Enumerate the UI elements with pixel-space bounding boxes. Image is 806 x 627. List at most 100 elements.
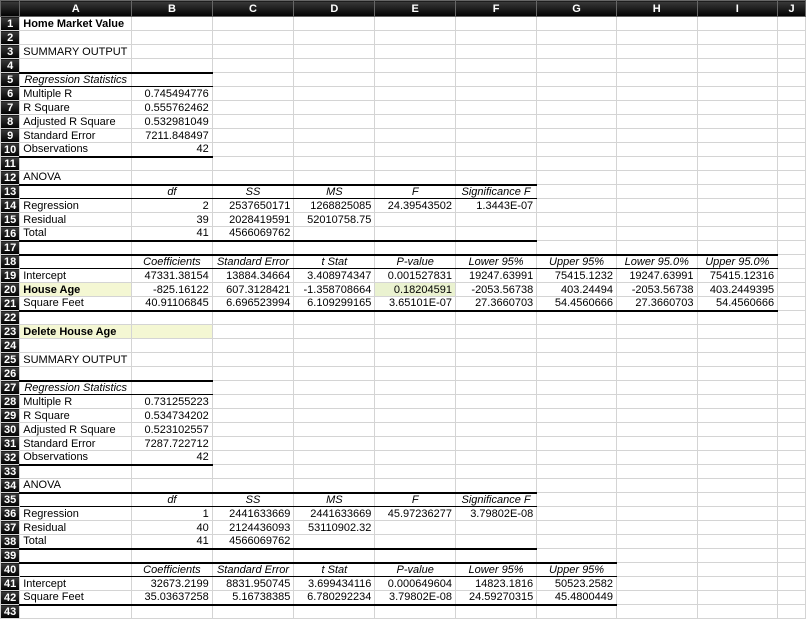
row-header[interactable]: 1 — [1, 17, 20, 31]
cell[interactable]: Intercept — [20, 269, 132, 283]
row-header[interactable]: 6 — [1, 87, 20, 101]
cell[interactable]: 2441633669 — [212, 507, 294, 521]
row-header[interactable]: 13 — [1, 185, 20, 199]
cell[interactable]: 19247.63991 — [616, 269, 697, 283]
cell[interactable]: -1.358708664 — [294, 283, 375, 297]
row-header[interactable]: 23 — [1, 325, 20, 339]
row-header[interactable]: 2 — [1, 31, 20, 45]
cell[interactable]: 54.4560666 — [697, 297, 778, 311]
cell[interactable] — [455, 17, 536, 31]
cell[interactable]: 41 — [132, 227, 213, 241]
cell[interactable]: Regression Statistics — [20, 381, 132, 395]
cell[interactable]: F — [375, 493, 456, 507]
cell[interactable]: Square Feet — [20, 591, 132, 605]
cell[interactable] — [697, 17, 778, 31]
cell[interactable]: Residual — [20, 521, 132, 535]
cell[interactable]: 0.745494776 — [132, 87, 213, 101]
row-header[interactable]: 22 — [1, 311, 20, 325]
cell[interactable]: 52010758.75 — [294, 213, 375, 227]
row-header[interactable]: 8 — [1, 115, 20, 129]
cell[interactable]: Standard Error — [212, 563, 294, 577]
cell[interactable] — [212, 17, 294, 31]
row-header[interactable]: 9 — [1, 129, 20, 143]
cell[interactable]: 0.731255223 — [132, 395, 213, 409]
cell[interactable]: 403.2449395 — [697, 283, 778, 297]
cell[interactable]: 6.780292234 — [294, 591, 375, 605]
row-header[interactable]: 21 — [1, 297, 20, 311]
cell-house-age-label[interactable]: House Age — [20, 283, 132, 297]
cell[interactable]: 0.532981049 — [132, 115, 213, 129]
cell[interactable]: 2 — [132, 199, 213, 213]
cell[interactable]: F — [375, 185, 456, 199]
cell[interactable]: 24.39543502 — [375, 199, 456, 213]
row-header[interactable]: 33 — [1, 465, 20, 479]
row-header[interactable]: 29 — [1, 409, 20, 423]
cell[interactable]: Intercept — [20, 577, 132, 591]
cell[interactable]: P-value — [375, 563, 456, 577]
col-header-H[interactable]: H — [616, 1, 697, 17]
cell[interactable]: SS — [212, 185, 294, 199]
cell[interactable] — [132, 17, 213, 31]
cell[interactable]: Observations — [20, 143, 132, 157]
cell[interactable]: Adjusted R Square — [20, 115, 132, 129]
row-header[interactable]: 19 — [1, 269, 20, 283]
cell[interactable]: 42 — [132, 143, 213, 157]
col-header-B[interactable]: B — [132, 1, 213, 17]
cell[interactable]: 8831.950745 — [212, 577, 294, 591]
col-header-G[interactable]: G — [537, 1, 617, 17]
cell[interactable] — [616, 17, 697, 31]
cell[interactable]: Regression Statistics — [20, 73, 132, 87]
cell[interactable]: Upper 95% — [537, 563, 617, 577]
cell[interactable]: Lower 95% — [455, 255, 536, 269]
cell[interactable]: df — [132, 493, 213, 507]
row-header[interactable]: 42 — [1, 591, 20, 605]
cell[interactable]: Lower 95% — [455, 563, 536, 577]
cell[interactable]: 1.3443E-07 — [455, 199, 536, 213]
cell[interactable]: 7211.848497 — [132, 129, 213, 143]
row-header[interactable]: 5 — [1, 73, 20, 87]
row-header[interactable]: 11 — [1, 157, 20, 171]
cell[interactable]: R Square — [20, 101, 132, 115]
row-header[interactable]: 14 — [1, 199, 20, 213]
cell[interactable]: 32673.2199 — [132, 577, 213, 591]
cell[interactable]: 40.91106845 — [132, 297, 213, 311]
cell[interactable]: 3.65101E-07 — [375, 297, 456, 311]
row-header[interactable]: 30 — [1, 423, 20, 437]
cell[interactable]: Coefficients — [132, 255, 213, 269]
cell[interactable]: Regression — [20, 507, 132, 521]
cell[interactable]: 53110902.32 — [294, 521, 375, 535]
cell[interactable]: 19247.63991 — [455, 269, 536, 283]
cell[interactable]: 3.79802E-08 — [455, 507, 536, 521]
row-header[interactable]: 3 — [1, 45, 20, 59]
row-header[interactable]: 31 — [1, 437, 20, 451]
row-header[interactable]: 41 — [1, 577, 20, 591]
row-header[interactable]: 16 — [1, 227, 20, 241]
cell[interactable]: Significance F — [455, 493, 536, 507]
cell[interactable]: Multiple R — [20, 395, 132, 409]
cell[interactable]: 3.79802E-08 — [375, 591, 456, 605]
cell[interactable]: 7287.722712 — [132, 437, 213, 451]
cell[interactable]: 3.699434116 — [294, 577, 375, 591]
cell[interactable]: Regression — [20, 199, 132, 213]
cell[interactable]: R Square — [20, 409, 132, 423]
cell[interactable]: Upper 95.0% — [697, 255, 778, 269]
cell[interactable]: 403.24494 — [537, 283, 617, 297]
row-header[interactable]: 25 — [1, 353, 20, 367]
cell[interactable]: P-value — [375, 255, 456, 269]
spreadsheet[interactable]: A B C D E F G H I J 1 Home Market Value … — [0, 0, 806, 619]
cell[interactable]: 0.001527831 — [375, 269, 456, 283]
cell[interactable]: Square Feet — [20, 297, 132, 311]
cell[interactable]: Multiple R — [20, 87, 132, 101]
row-header[interactable]: 18 — [1, 255, 20, 269]
cell[interactable]: Significance F — [455, 185, 536, 199]
cell[interactable]: Observations — [20, 451, 132, 465]
cell[interactable]: 2537650171 — [212, 199, 294, 213]
cell[interactable]: 2441633669 — [294, 507, 375, 521]
cell[interactable]: 0.523102557 — [132, 423, 213, 437]
cell[interactable]: t Stat — [294, 255, 375, 269]
row-header[interactable]: 12 — [1, 171, 20, 185]
row-header[interactable]: 24 — [1, 339, 20, 353]
cell[interactable]: 14823.1816 — [455, 577, 536, 591]
col-header-D[interactable]: D — [294, 1, 375, 17]
cell[interactable]: 0.555762462 — [132, 101, 213, 115]
